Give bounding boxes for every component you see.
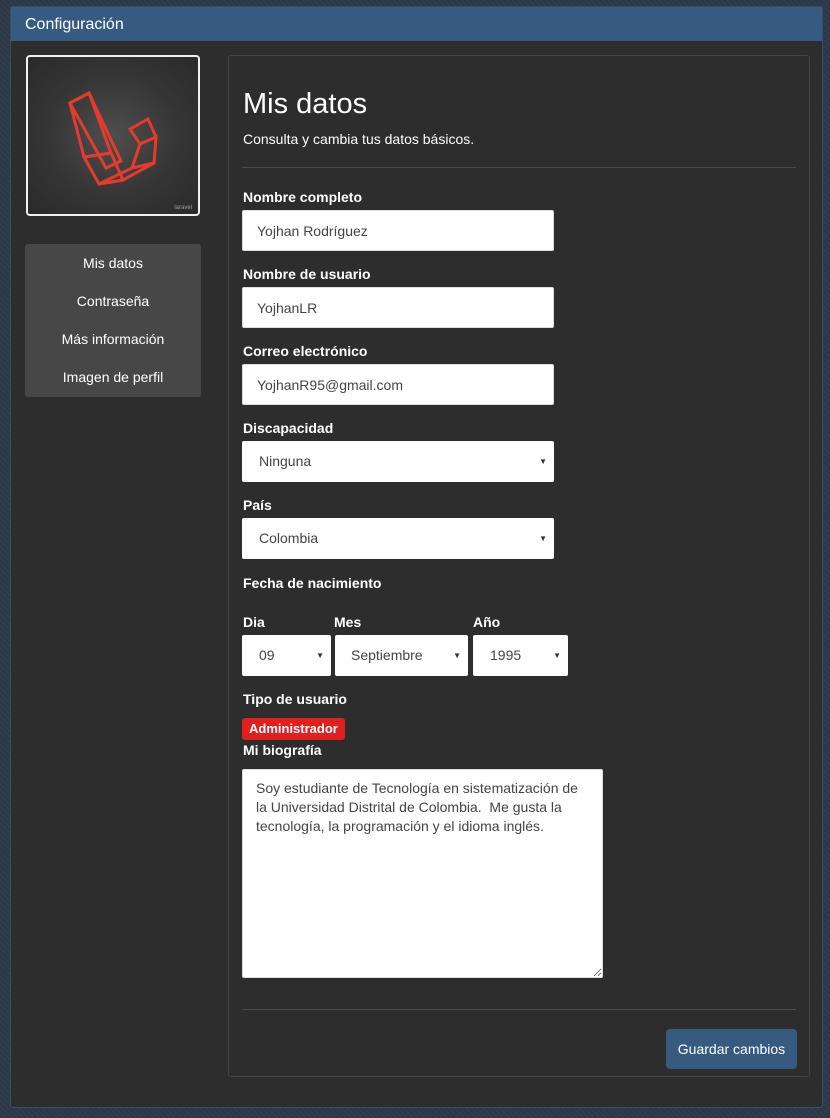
month-label: Mes — [334, 614, 362, 630]
email-input[interactable] — [242, 364, 554, 405]
sidebar-item-mis-datos[interactable]: Mis datos — [25, 248, 201, 286]
day-select[interactable]: 09 ▼ — [242, 635, 331, 676]
day-value: 09 — [259, 647, 275, 663]
disability-value: Ninguna — [259, 453, 312, 469]
save-button[interactable]: Guardar cambios — [666, 1029, 797, 1069]
full-name-label: Nombre completo — [243, 189, 363, 205]
bio-label: Mi biografía — [243, 742, 322, 758]
chevron-down-icon: ▼ — [553, 651, 561, 660]
page-title: Mis datos — [243, 88, 368, 120]
username-label: Nombre de usuario — [243, 266, 371, 282]
birthdate-label: Fecha de nacimiento — [243, 575, 382, 591]
divider — [242, 1009, 796, 1010]
country-select[interactable]: Colombia ▼ — [242, 518, 554, 559]
day-label: Dia — [243, 614, 265, 630]
laravel-logo-icon — [67, 90, 158, 186]
month-value: Septiembre — [351, 647, 423, 663]
country-label: País — [243, 497, 272, 513]
page-subtitle: Consulta y cambia tus datos básicos. — [243, 131, 475, 147]
year-label: Año — [473, 614, 501, 630]
country-value: Colombia — [259, 530, 319, 546]
sidebar-item-imagen-de-perfil[interactable]: Imagen de perfil — [25, 362, 201, 400]
username-input[interactable] — [242, 287, 554, 328]
panel-header: Configuración — [11, 7, 822, 41]
settings-sidebar: Mis datos Contraseña Más información Ima… — [25, 244, 201, 397]
watermark-text: laravel — [174, 205, 192, 211]
user-type-badge: Administrador — [242, 718, 345, 740]
year-value: 1995 — [490, 647, 522, 663]
bio-textarea[interactable]: Soy estudiante de Tecnología en sistemat… — [242, 769, 603, 978]
email-label: Correo electrónico — [243, 343, 368, 359]
year-select[interactable]: 1995 ▼ — [473, 635, 568, 676]
panel-title: Configuración — [25, 16, 124, 33]
divider — [242, 167, 796, 168]
chevron-down-icon: ▼ — [539, 534, 547, 543]
chevron-down-icon: ▼ — [316, 651, 324, 660]
user-type-label: Tipo de usuario — [243, 691, 347, 707]
sidebar-item-contrasena[interactable]: Contraseña — [25, 286, 201, 324]
month-select[interactable]: Septiembre ▼ — [335, 635, 468, 676]
disability-label: Discapacidad — [243, 420, 334, 436]
chevron-down-icon: ▼ — [453, 651, 461, 660]
settings-panel: Configuración laravel Mis datos Contrase… — [10, 6, 823, 1108]
chevron-down-icon: ▼ — [539, 457, 547, 466]
profile-form: Mis datos Consulta y cambia tus datos bá… — [228, 55, 810, 1077]
profile-avatar: laravel — [26, 55, 200, 216]
sidebar-item-mas-informacion[interactable]: Más información — [25, 324, 201, 362]
disability-select[interactable]: Ninguna ▼ — [242, 441, 554, 482]
full-name-input[interactable] — [242, 210, 554, 251]
